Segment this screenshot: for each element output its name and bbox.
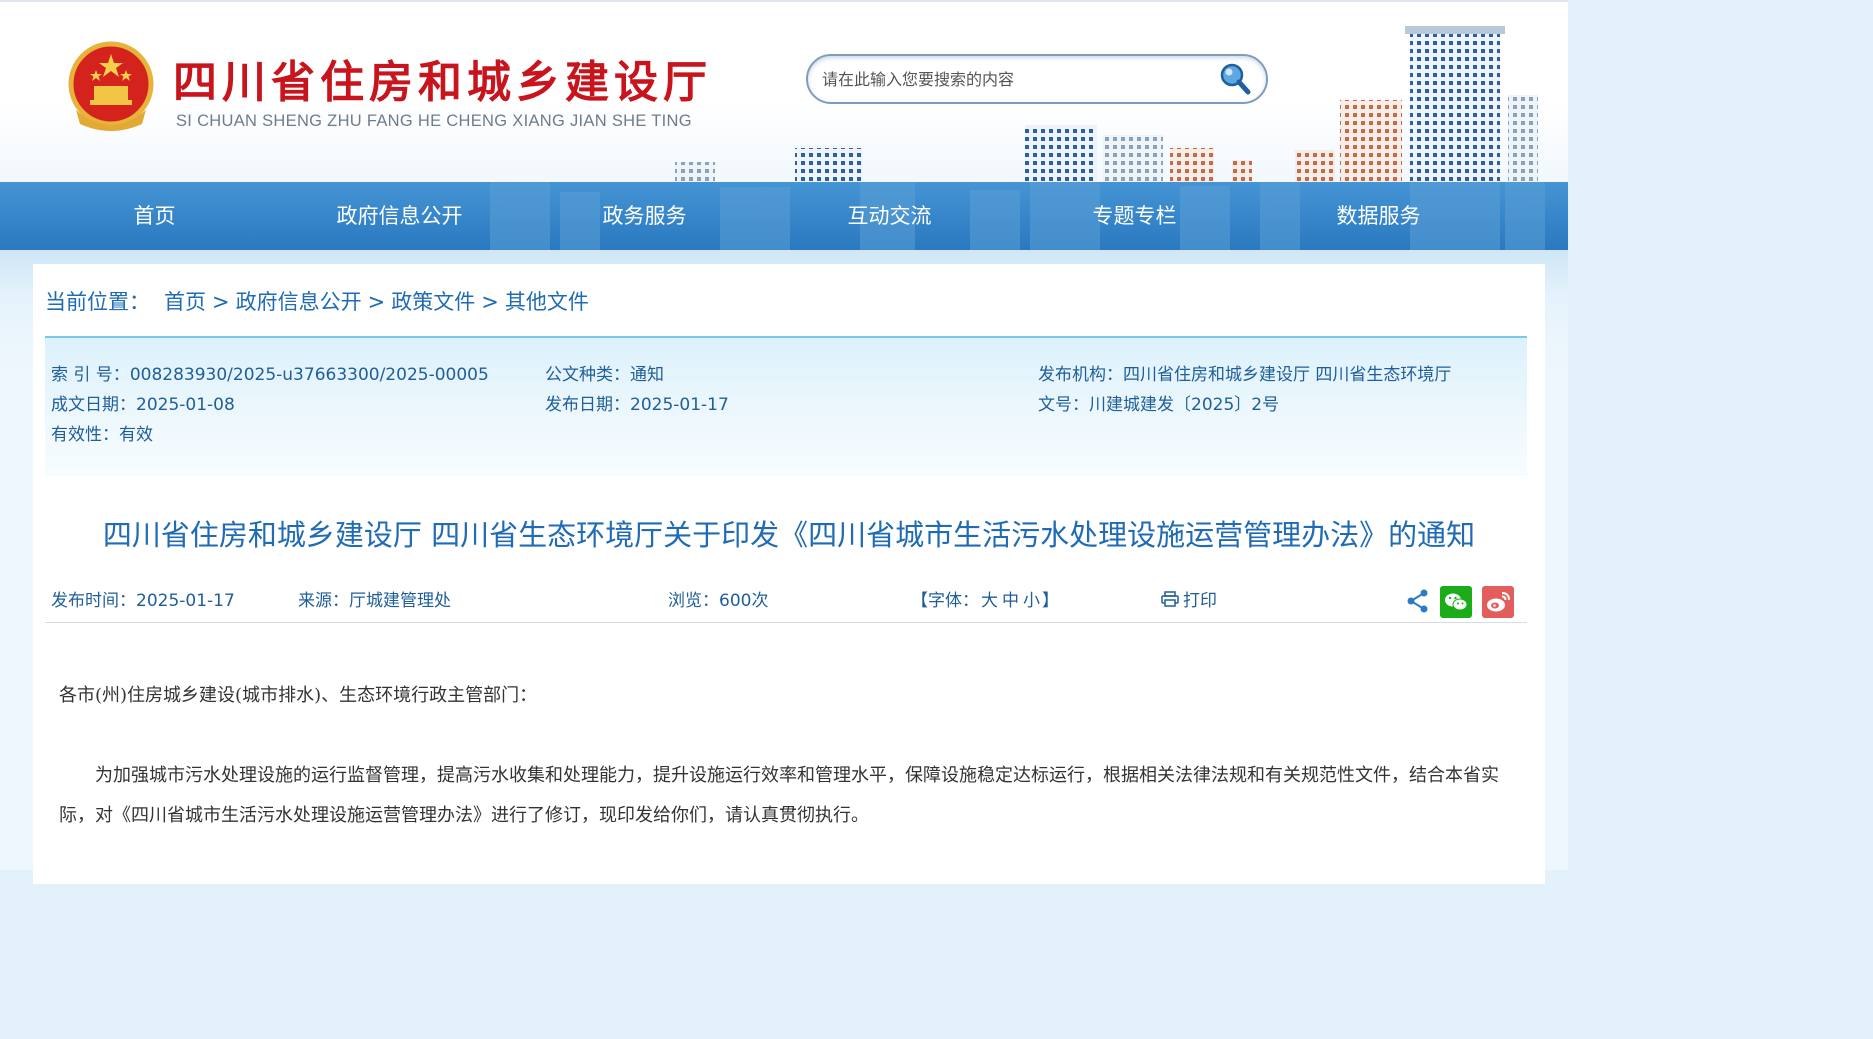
meta-created-date: 成文日期：2025-01-08 [51, 390, 235, 415]
publish-time-value: 2025-01-17 [136, 591, 235, 611]
breadcrumb-label: 当前位置： [45, 290, 150, 314]
meta-publisher: 发布机构：四川省住房和城乡建设厅 四川省生态环境厅 [1038, 360, 1451, 385]
nav-item-special-topics[interactable]: 专题专栏 [1012, 182, 1257, 250]
main-nav: 首页 政府信息公开 政务服务 互动交流 专题专栏 数据服务 [0, 182, 1568, 250]
search-icon [1220, 63, 1251, 95]
nav-item-gov-service[interactable]: 政务服务 [522, 182, 767, 250]
meta-doc-number-label: 文号： [1038, 395, 1089, 415]
publish-time: 发布时间：2025-01-17 [51, 586, 235, 611]
meta-doc-number: 文号：川建城建发〔2025〕2号 [1038, 390, 1279, 415]
meta-index-number: 索 引 号：008283930/2025-u37663300/2025-0000… [51, 360, 489, 385]
article-salutation: 各市(州)住房城乡建设(城市排水)、生态环境行政主管部门： [59, 685, 538, 706]
breadcrumb-separator: > [212, 290, 230, 314]
national-emblem-icon [68, 41, 154, 131]
view-count-value: 600次 [719, 591, 769, 611]
search-box [806, 54, 1268, 104]
meta-published-date-value: 2025-01-17 [630, 395, 729, 415]
view-count-label: 浏览： [668, 591, 719, 611]
breadcrumb-other-docs[interactable]: 其他文件 [505, 290, 589, 314]
font-size-label: 【字体： [911, 591, 979, 611]
nav-item-interaction[interactable]: 互动交流 [767, 182, 1012, 250]
article-info-bar: 发布时间：2025-01-17 来源：厅城建管理处 浏览：600次 【字体：大中… [45, 584, 1527, 624]
source-value: 厅城建管理处 [349, 591, 451, 611]
font-size-large[interactable]: 大 [981, 591, 998, 611]
source-label: 来源： [298, 591, 349, 611]
meta-doc-type: 公文种类：通知 [545, 360, 664, 385]
meta-index-number-label: 索 引 号： [51, 365, 130, 385]
search-input[interactable] [822, 66, 1202, 92]
meta-published-date: 发布日期：2025-01-17 [545, 390, 729, 415]
meta-created-date-label: 成文日期： [51, 395, 136, 415]
meta-doc-type-value: 通知 [630, 365, 664, 385]
font-size-medium[interactable]: 中 [1002, 591, 1019, 611]
breadcrumb: 当前位置： 首页 > 政府信息公开 > 政策文件 > 其他文件 [45, 286, 589, 316]
content-panel: 当前位置： 首页 > 政府信息公开 > 政策文件 > 其他文件 索 引 号：008283930… [33, 264, 1545, 884]
meta-validity-label: 有效性： [51, 425, 119, 445]
print-button[interactable]: 打印 [1161, 586, 1217, 611]
meta-published-date-label: 发布日期： [545, 395, 630, 415]
meta-validity: 有效性：有效 [51, 420, 153, 445]
article-paragraph: 为加强城市污水处理设施的运行监督管理，提高污水收集和处理能力，提升设施运行效率和… [59, 765, 1499, 826]
weibo-icon[interactable] [1482, 586, 1514, 618]
meta-doc-type-label: 公文种类： [545, 365, 630, 385]
font-size-small[interactable]: 小 [1023, 591, 1040, 611]
info-divider [45, 622, 1527, 623]
source: 来源：厅城建管理处 [298, 586, 451, 611]
meta-publisher-value: 四川省住房和城乡建设厅 四川省生态环境厅 [1123, 365, 1452, 385]
nav-item-gov-info[interactable]: 政府信息公开 [277, 182, 522, 250]
publish-time-label: 发布时间： [51, 591, 136, 611]
document-metadata: 索 引 号：008283930/2025-u37663300/2025-0000… [45, 336, 1527, 476]
breadcrumb-policy-docs[interactable]: 政策文件 [391, 290, 475, 314]
meta-doc-number-value: 川建城建发〔2025〕2号 [1089, 395, 1280, 415]
meta-created-date-value: 2025-01-08 [136, 395, 235, 415]
share-icon[interactable] [1405, 588, 1431, 614]
breadcrumb-gov-info[interactable]: 政府信息公开 [236, 290, 362, 314]
view-count: 浏览：600次 [668, 586, 768, 611]
print-label: 打印 [1183, 591, 1217, 611]
breadcrumb-home[interactable]: 首页 [164, 290, 206, 314]
font-size-bracket: 】 [1042, 591, 1059, 611]
meta-validity-value: 有效 [119, 425, 153, 445]
nav-item-home[interactable]: 首页 [32, 182, 277, 250]
search-button[interactable] [1218, 61, 1252, 97]
article-title: 四川省住房和城乡建设厅 四川省生态环境厅关于印发《四川省城市生活污水处理设施运营… [102, 518, 1476, 552]
breadcrumb-separator: > [481, 290, 499, 314]
site-header: 四川省住房和城乡建设厅 SI CHUAN SHENG ZHU FANG HE C… [0, 0, 1568, 182]
printer-icon [1161, 591, 1179, 607]
nav-item-data-service[interactable]: 数据服务 [1256, 182, 1501, 250]
font-size-controls: 【字体：大中小】 [911, 586, 1059, 611]
site-pinyin-subtitle: SI CHUAN SHENG ZHU FANG HE CHENG XIANG J… [176, 112, 692, 130]
meta-index-number-value: 008283930/2025-u37663300/2025-00005 [129, 365, 489, 385]
site-title: 四川省住房和城乡建设厅 [173, 57, 712, 108]
meta-publisher-label: 发布机构： [1038, 365, 1123, 385]
breadcrumb-separator: > [367, 290, 386, 314]
wechat-icon[interactable] [1440, 586, 1472, 618]
